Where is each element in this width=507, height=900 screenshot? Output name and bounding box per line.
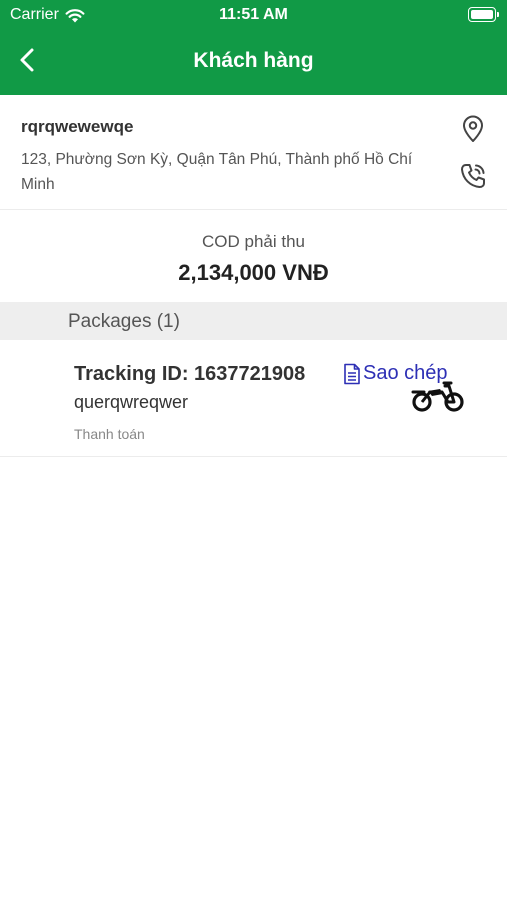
- payment-label: Thanh toán: [74, 426, 145, 442]
- customer-card: rqrqwewewqe 123, Phường Sơn Kỳ, Quận Tân…: [0, 95, 507, 210]
- cod-label: COD phải thu: [202, 232, 305, 251]
- package-name: querqwreqwer: [74, 392, 189, 412]
- customer-name: rqrqwewewqe: [21, 117, 134, 136]
- tracking-id: Tracking ID: 1637721908: [74, 363, 306, 385]
- page-title: Khách hàng: [193, 49, 314, 72]
- map-pin-icon[interactable]: [458, 114, 488, 144]
- phone-call-icon[interactable]: [458, 161, 488, 191]
- status-bar: Carrier 11:51 AM: [0, 0, 507, 32]
- customer-address: 123, Phường Sơn Kỳ, Quận Tân Phú, Thành …: [21, 151, 413, 193]
- package-list-item[interactable]: Tracking ID: 1637721908 Sao chép querqwr…: [0, 340, 507, 457]
- battery-level: [471, 10, 493, 19]
- battery-icon: [468, 7, 499, 22]
- app-header: Carrier 11:51 AM Khách hàng: [0, 0, 507, 95]
- motorcycle-icon: [411, 381, 464, 412]
- packages-section-header: Packages (1): [0, 302, 507, 340]
- packages-title: Packages (1): [68, 311, 180, 332]
- cod-amount: 2,134,000 VNĐ: [178, 260, 329, 285]
- status-time: 11:51 AM: [219, 6, 288, 23]
- document-copy-icon: [344, 363, 360, 384]
